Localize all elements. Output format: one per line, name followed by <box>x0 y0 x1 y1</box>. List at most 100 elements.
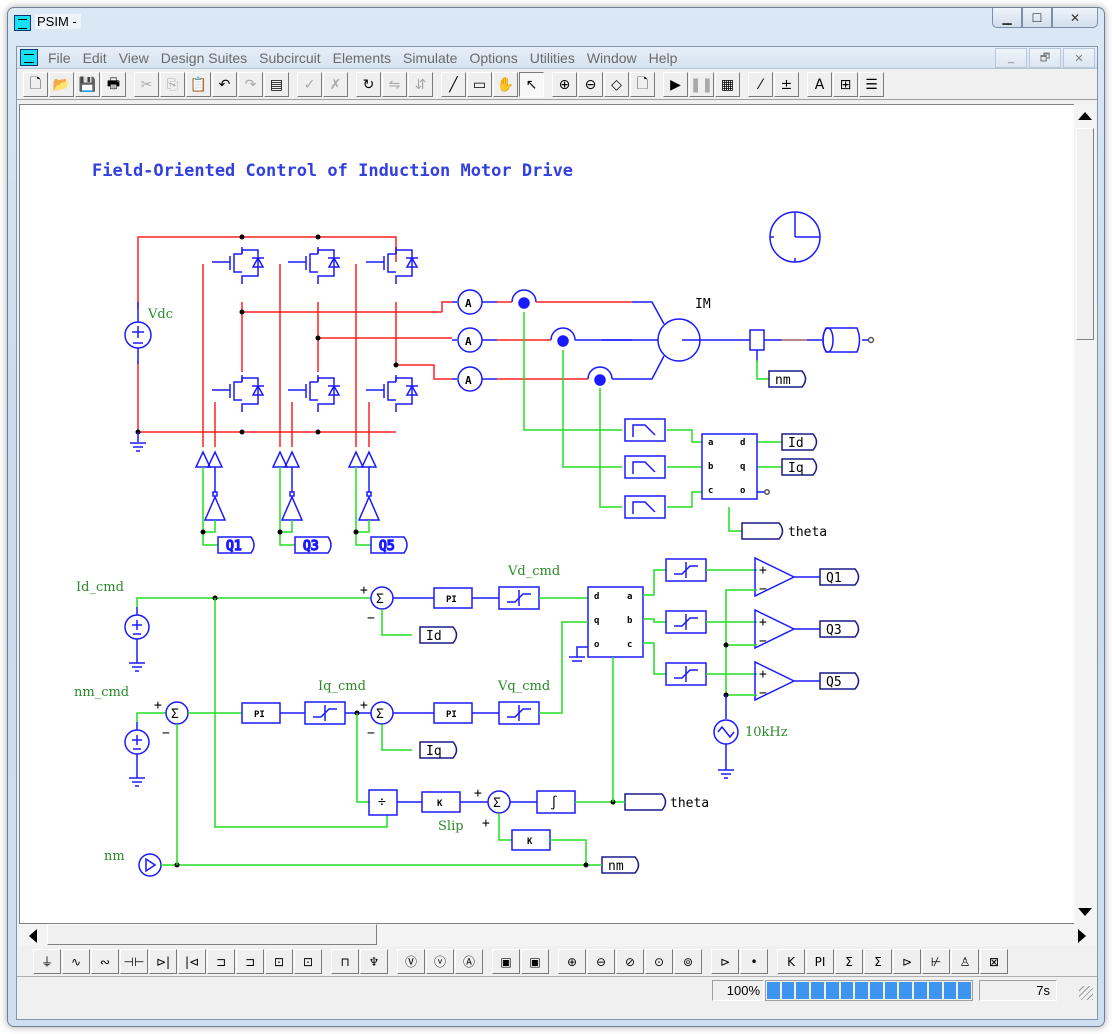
check-button[interactable]: ✓ <box>297 72 322 97</box>
undo-button[interactable]: ↶ <box>212 72 237 97</box>
select-button[interactable]: ↖ <box>519 72 544 97</box>
element-inductor-button[interactable]: ∾ <box>91 949 119 974</box>
element-diode-button[interactable]: ⊳| <box>149 949 177 974</box>
element-thyristor-button[interactable]: |⊲ <box>178 949 206 974</box>
schematic-canvas[interactable]: Field-Oriented Control of Induction Moto… <box>19 104 1074 924</box>
flip-lr-button[interactable]: ⇋ <box>382 72 407 97</box>
zoom-fit-button[interactable]: ◇ <box>604 72 629 97</box>
element-resistor-button[interactable]: ∿ <box>62 949 90 974</box>
element-comparator-button[interactable]: ⊳ <box>893 949 921 974</box>
element-mosfet-button[interactable]: ⊐ <box>207 949 235 974</box>
cancel-button[interactable]: ✗ <box>323 72 348 97</box>
element-scope2-button[interactable]: ▣ <box>521 949 549 974</box>
element-voltage-meter-button[interactable]: Ⓥ <box>397 949 425 974</box>
element-switch-module-1-button[interactable]: ⊡ <box>265 949 293 974</box>
copy-button[interactable]: ⎘ <box>160 72 185 97</box>
save-button[interactable]: 💾 <box>75 72 100 97</box>
resize-grip[interactable] <box>1079 986 1093 1000</box>
element-list-button[interactable]: ☰ <box>859 72 884 97</box>
element-sine-source-button[interactable]: ⊖ <box>587 949 615 974</box>
simview-button[interactable]: ▦ <box>715 72 740 97</box>
menu-simulate[interactable]: Simulate <box>397 50 463 66</box>
document-icon[interactable] <box>20 49 38 66</box>
text-button[interactable]: A <box>807 72 832 97</box>
flip-tb-button[interactable]: ⇵ <box>408 72 433 97</box>
doc-restore-button[interactable]: 🗗 <box>1029 48 1061 68</box>
subcircuit-button[interactable]: ⊞ <box>833 72 858 97</box>
simulation-control-icon[interactable] <box>769 211 821 263</box>
scroll-right-arrow[interactable] <box>1078 929 1086 943</box>
paste-button[interactable]: 📋 <box>186 72 211 97</box>
menu-view[interactable]: View <box>113 50 155 66</box>
menu-options[interactable]: Options <box>463 50 523 66</box>
element-ground-button[interactable]: ⏚ <box>33 949 61 974</box>
element-capacitor-button[interactable]: ⊣⊢ <box>120 949 148 974</box>
element-switch-module-2-button[interactable]: ⊡ <box>294 949 322 974</box>
element-node-label-button[interactable]: • <box>740 949 768 974</box>
element-multiplier-button[interactable]: ⊠ <box>980 949 1008 974</box>
close-button[interactable]: ✕ <box>1052 8 1098 28</box>
menu-utilities[interactable]: Utilities <box>524 50 581 66</box>
progress-segment <box>870 982 883 999</box>
element-step-source-button[interactable]: ⊚ <box>674 949 702 974</box>
element-current-probe-button[interactable]: Ⓐ <box>455 949 483 974</box>
scroll-down-arrow[interactable] <box>1078 908 1092 916</box>
maximize-button[interactable]: ☐ <box>1022 8 1052 28</box>
element-square-source-button[interactable]: ⊙ <box>645 949 673 974</box>
element-voltage-probe-button[interactable]: ⓥ <box>426 949 454 974</box>
redo-button[interactable]: ↷ <box>238 72 263 97</box>
vertical-scroll-thumb[interactable] <box>1076 128 1094 340</box>
element-pi-controller-button[interactable]: PI <box>806 949 834 974</box>
zoom-out-button[interactable]: ⊖ <box>578 72 603 97</box>
menu-help[interactable]: Help <box>643 50 684 66</box>
minimize-button[interactable]: ▁ <box>992 8 1022 28</box>
voltage-probe-button[interactable]: ⁄ <box>748 72 773 97</box>
pan-button[interactable]: ✋ <box>493 72 518 97</box>
menu-elements[interactable]: Elements <box>327 50 397 66</box>
element-speed-sensor-button[interactable]: ♙ <box>951 949 979 974</box>
open-button[interactable]: 📂 <box>49 72 74 97</box>
element-scope-button[interactable]: ▣ <box>492 949 520 974</box>
menu-design-suites[interactable]: Design Suites <box>155 50 253 66</box>
new-button[interactable]: 🗋 <box>23 72 48 97</box>
induction-motor[interactable] <box>602 301 875 380</box>
vertical-scrollbar[interactable] <box>1074 104 1096 924</box>
clipboard-button[interactable]: ▤ <box>264 72 289 97</box>
page-icon: 🗋 <box>636 75 649 92</box>
menu-edit[interactable]: Edit <box>77 50 113 66</box>
label-button[interactable]: ▭ <box>467 72 492 97</box>
id-cmd-label: Id_cmd <box>76 580 124 595</box>
scroll-up-arrow[interactable] <box>1078 112 1092 120</box>
wire-button[interactable]: ╱ <box>441 72 466 97</box>
pause-button[interactable]: ❚❚ <box>689 72 714 97</box>
element-summer-3-button[interactable]: Σ <box>864 949 892 974</box>
menu-file[interactable]: File <box>42 50 77 66</box>
page-button[interactable]: 🗋 <box>630 72 655 97</box>
element-dc-source-button[interactable]: ⊕ <box>558 949 586 974</box>
igbt-bridge[interactable] <box>212 247 419 412</box>
ground-icon: ⏚ <box>40 955 53 969</box>
element-summer-button[interactable]: Σ <box>835 949 863 974</box>
element-pulse-button[interactable]: ⊓ <box>331 949 359 974</box>
menu-subcircuit[interactable]: Subcircuit <box>253 50 326 66</box>
zoom-in-button[interactable]: ⊕ <box>552 72 577 97</box>
element-gain-button[interactable]: K <box>777 949 805 974</box>
element-limiter-button[interactable]: ⊬ <box>922 949 950 974</box>
element-triangle-source-button[interactable]: ⊘ <box>616 949 644 974</box>
element-gate-driver-button[interactable]: ⊳ <box>711 949 739 974</box>
print-button[interactable]: 🖶 <box>101 72 126 97</box>
rotate-button[interactable]: ↻ <box>356 72 381 97</box>
doc-minimize-button[interactable]: _ <box>995 48 1027 68</box>
horizontal-scrollbar[interactable] <box>19 924 1096 946</box>
horizontal-scroll-thumb[interactable] <box>47 924 377 945</box>
doc-close-button[interactable]: ✕ <box>1063 48 1095 68</box>
node-label-nm-ctrl: nm <box>601 856 640 874</box>
cut-button[interactable]: ✂ <box>134 72 159 97</box>
dq-port-o: o <box>740 486 745 496</box>
menu-window[interactable]: Window <box>581 50 643 66</box>
diff-probe-button[interactable]: ± <box>774 72 799 97</box>
element-probe-button[interactable]: ♆ <box>360 949 388 974</box>
run-simulation-button[interactable]: ▶ <box>663 72 688 97</box>
scroll-left-arrow[interactable] <box>29 929 37 943</box>
element-igbt-button[interactable]: ⊐ <box>236 949 264 974</box>
